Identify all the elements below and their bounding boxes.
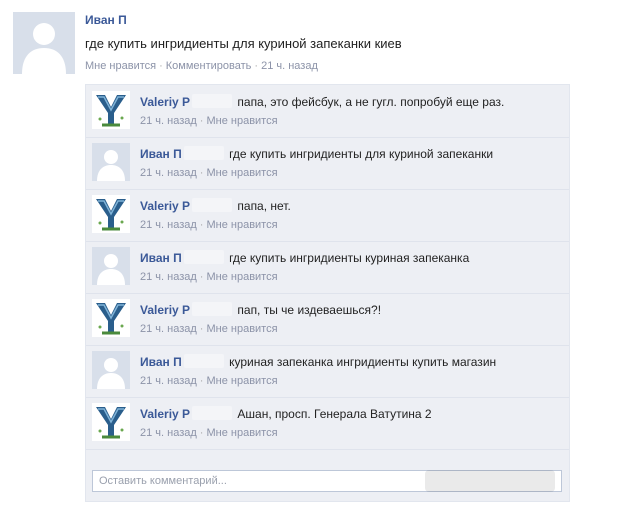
comment-thread: Valeriy P папа, это фейсбук, а не гугл. … bbox=[85, 84, 570, 502]
comment-text: папа, нет. bbox=[237, 199, 291, 213]
default-avatar-icon bbox=[92, 351, 130, 389]
comment-meta-separator: · bbox=[199, 219, 204, 231]
comment-body: Иван П куриная запеканка ингридиенты куп… bbox=[140, 354, 550, 371]
comment-text: где купить ингридиенты для куриной запек… bbox=[229, 147, 494, 161]
post-author-avatar[interactable] bbox=[13, 12, 75, 74]
comment-meta: 21 ч. назад · Мне нравится bbox=[140, 115, 278, 127]
post-text: где купить ингридиенты для куриной запек… bbox=[85, 36, 402, 51]
comment-body: Valeriy P пап, ты че издеваешься?! bbox=[140, 302, 550, 319]
redacted-surname bbox=[183, 354, 224, 368]
logo-y-icon bbox=[92, 403, 130, 441]
comment-author[interactable]: Иван П bbox=[140, 355, 182, 369]
comment-time[interactable]: 21 ч. назад bbox=[140, 167, 197, 179]
comment-author[interactable]: Иван П bbox=[140, 251, 182, 265]
comment-meta: 21 ч. назад · Мне нравится bbox=[140, 323, 278, 335]
comment-like-link[interactable]: Мне нравится bbox=[206, 115, 277, 127]
comment-row: Иван П где купить ингридиенты куриная за… bbox=[86, 241, 569, 294]
comment-avatar[interactable] bbox=[92, 195, 130, 233]
comment-text: Ашан, просп. Генерала Ватутина 2 bbox=[237, 407, 432, 421]
comment-text: папа, это фейсбук, а не гугл. попробуй е… bbox=[237, 95, 505, 109]
redacted-surname bbox=[192, 302, 233, 316]
comment-body: Valeriy P папа, нет. bbox=[140, 198, 550, 215]
comment-body: Иван П где купить ингридиенты куриная за… bbox=[140, 250, 550, 267]
comment-meta-separator: · bbox=[199, 375, 204, 387]
redacted-surname bbox=[183, 146, 224, 160]
comment-avatar[interactable] bbox=[92, 91, 130, 129]
comment-avatar[interactable] bbox=[92, 247, 130, 285]
post-author-name[interactable]: Иван П bbox=[85, 13, 127, 27]
comment-row: Valeriy P Ашан, просп. Генерала Ватутина… bbox=[86, 397, 569, 450]
redacted-surname bbox=[192, 406, 233, 420]
comment-body: Valeriy P папа, это фейсбук, а не гугл. … bbox=[140, 94, 550, 111]
comment-row: Иван П где купить ингридиенты для курино… bbox=[86, 137, 569, 190]
comment-body: Valeriy P Ашан, просп. Генерала Ватутина… bbox=[140, 406, 550, 423]
post-time[interactable]: 21 ч. назад bbox=[261, 60, 318, 72]
comment-author[interactable]: Valeriy P bbox=[140, 95, 190, 109]
logo-y-icon bbox=[92, 299, 130, 337]
comment-time[interactable]: 21 ч. назад bbox=[140, 375, 197, 387]
comment-body: Иван П где купить ингридиенты для курино… bbox=[140, 146, 550, 163]
redacted-surname bbox=[183, 250, 224, 264]
comment-row: Valeriy P пап, ты че издеваешься?! 21 ч. … bbox=[86, 293, 569, 346]
comment-text: пап, ты че издеваешься?! bbox=[237, 303, 382, 317]
watermark-icon bbox=[425, 470, 555, 492]
comment-like-link[interactable]: Мне нравится bbox=[206, 167, 277, 179]
comment-meta-separator: · bbox=[199, 167, 204, 179]
comment-author[interactable]: Valeriy P bbox=[140, 303, 190, 317]
comment-like-link[interactable]: Мне нравится bbox=[206, 375, 277, 387]
comment-like-link[interactable]: Мне нравится bbox=[206, 427, 277, 439]
post-meta: Мне нравится · Комментировать · 21 ч. назад bbox=[85, 60, 318, 72]
comment-time[interactable]: 21 ч. назад bbox=[140, 115, 197, 127]
post-meta-separator: · bbox=[254, 60, 259, 72]
comment-time[interactable]: 21 ч. назад bbox=[140, 323, 197, 335]
comment-meta: 21 ч. назад · Мне нравится bbox=[140, 167, 278, 179]
comment-avatar[interactable] bbox=[92, 351, 130, 389]
comment-meta: 21 ч. назад · Мне нравится bbox=[140, 375, 278, 387]
default-avatar-icon bbox=[92, 247, 130, 285]
comment-avatar[interactable] bbox=[92, 299, 130, 337]
post-like-link[interactable]: Мне нравится bbox=[85, 60, 156, 72]
comment-meta: 21 ч. назад · Мне нравится bbox=[140, 427, 278, 439]
post-meta-separator: · bbox=[159, 60, 163, 72]
comment-time[interactable]: 21 ч. назад bbox=[140, 219, 197, 231]
comment-row: Valeriy P папа, нет. 21 ч. назад · Мне нрав… bbox=[86, 189, 569, 242]
logo-y-icon bbox=[92, 91, 130, 129]
comment-row: Valeriy P папа, это фейсбук, а не гугл. … bbox=[86, 85, 569, 138]
comment-time[interactable]: 21 ч. назад bbox=[140, 271, 197, 283]
default-avatar-icon bbox=[13, 12, 75, 74]
comment-text: где купить ингридиенты куриная запеканка bbox=[229, 251, 470, 265]
redacted-surname bbox=[192, 94, 233, 108]
comment-row: Иван П куриная запеканка ингридиенты куп… bbox=[86, 345, 569, 398]
comment-time[interactable]: 21 ч. назад bbox=[140, 427, 197, 439]
post-comment-link[interactable]: Комментировать bbox=[166, 60, 252, 72]
comment-avatar[interactable] bbox=[92, 143, 130, 181]
comment-meta-separator: · bbox=[199, 427, 204, 439]
logo-y-icon bbox=[92, 195, 130, 233]
comment-like-link[interactable]: Мне нравится bbox=[206, 323, 277, 335]
comment-meta: 21 ч. назад · Мне нравится bbox=[140, 219, 278, 231]
comment-meta-separator: · bbox=[199, 323, 204, 335]
comment-author[interactable]: Valeriy P bbox=[140, 199, 190, 213]
comment-like-link[interactable]: Мне нравится bbox=[206, 271, 277, 283]
default-avatar-icon bbox=[92, 143, 130, 181]
comment-text: куриная запеканка ингридиенты купить маг… bbox=[229, 355, 497, 369]
comment-author[interactable]: Valeriy P bbox=[140, 407, 190, 421]
comment-meta: 21 ч. назад · Мне нравится bbox=[140, 271, 278, 283]
comment-meta-separator: · bbox=[199, 271, 204, 283]
comment-author[interactable]: Иван П bbox=[140, 147, 182, 161]
comment-meta-separator: · bbox=[199, 115, 204, 127]
redacted-surname bbox=[192, 198, 233, 212]
comment-avatar[interactable] bbox=[92, 403, 130, 441]
comment-like-link[interactable]: Мне нравится bbox=[206, 219, 277, 231]
